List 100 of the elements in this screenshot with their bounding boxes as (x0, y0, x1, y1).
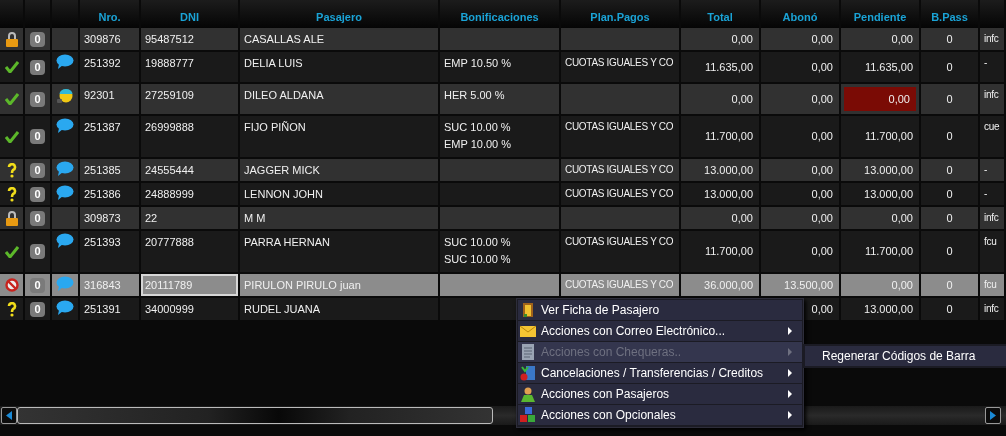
table-cell-text: 20111789 (145, 278, 194, 293)
table-row[interactable]: 0 316843 20111789 PIRULON PIRULO juan CUOTAS IGUALES Y CO 36.000,00 13.500,00 0,00 0 fcu (0, 274, 1006, 298)
table-cell-text: 0,00 (730, 210, 754, 226)
table-row[interactable]: 0 251392 19888777 DELIA LUIS EMP 10.50 % CUOTAS IGUALES Y CO 11.635,00 0,00 11.635,00 0 - (0, 52, 1006, 84)
table-cell-text: DILEO ALDANA (244, 88, 325, 103)
table-cell-text: 0 (946, 31, 953, 47)
table-cell-text: 26999888 (145, 120, 195, 135)
table-cell-text: 13.000,00 (863, 162, 914, 178)
table-cell-text: 251392 (84, 56, 122, 71)
table-cell-text: fcu (984, 235, 998, 249)
table-cell-text: CASALLAS ALE (244, 32, 326, 47)
table-cell: 0,00 (844, 87, 916, 111)
table-cell-text: 0 (946, 210, 953, 226)
right-arrow-icon (990, 411, 996, 420)
table-cell-text: 95487512 (145, 32, 195, 47)
scroll-right-button[interactable] (985, 407, 1001, 424)
table-cell-text: - (984, 163, 989, 177)
table-cell-text: 24555444 (145, 163, 195, 178)
table-row[interactable]: 0 309873 22 M M 0,00 0,00 0,00 0 infc (0, 207, 1006, 231)
table-row[interactable]: 0 251387 26999888 FIJO PIÑON SUC 10.00 % EMP 10.00 % CUOTAS IGUALES Y CO 11.700,00 0,00 11.700,00 0 cue (0, 116, 1006, 159)
table-cell-text: - (984, 56, 989, 70)
table-cell-text: infc (984, 88, 1000, 102)
count-badge: 0 (30, 31, 45, 47)
table-cell-text: infc (984, 32, 1000, 46)
table-cell-text: 0,00 (810, 31, 834, 47)
table-cell-text: 20777888 (145, 235, 195, 250)
scroll-thumb[interactable] (17, 407, 493, 424)
table-cell-text: CUOTAS IGUALES Y CO (565, 163, 675, 177)
table-cell-text: fcu (984, 278, 998, 292)
check-icon (4, 61, 19, 73)
blocks-icon (520, 407, 536, 423)
table-row[interactable]: 0 251393 20777888 PARRA HERNAN SUC 10.00 % SUC 10.00 % CUOTAS IGUALES Y CO 11.700,00 0,00 11.700,00 0 fcu (0, 231, 1006, 274)
table-cell-text: 0 (946, 301, 953, 317)
lock-icon (5, 210, 18, 226)
table-cell-text: 13.000,00 (863, 301, 914, 317)
scroll-left-button[interactable] (1, 407, 17, 424)
count-badge: 0 (30, 91, 45, 107)
transfer-icon (520, 365, 536, 381)
table-cell-text: 0,00 (810, 186, 834, 202)
count-badge: 0 (30, 244, 45, 259)
table-cell-text: 0,00 (810, 59, 834, 75)
menu-item[interactable]: Acciones con Pasajeros (518, 384, 802, 404)
table-cell-text: 0,00 (810, 301, 834, 317)
table-cell-text: - (984, 187, 989, 201)
table-cell-text: 13.000,00 (863, 186, 914, 202)
document-icon (520, 344, 536, 360)
table-cell-text: 13.000,00 (703, 186, 754, 202)
table-cell-text: 92301 (84, 88, 116, 103)
menu-item[interactable]: Cancelaciones / Transferencias / Creditos (518, 363, 802, 383)
count-badge: 0 (30, 210, 45, 226)
table-cell-text: 11.700,00 (703, 129, 754, 145)
table-cell-text: 316843 (84, 278, 122, 293)
count-badge: 0 (30, 129, 45, 144)
table-cell-text: RUDEL JUANA (244, 302, 321, 317)
speech-bubble-icon (56, 185, 74, 201)
table-cell-text: 11.700,00 (703, 244, 754, 260)
table-cell-text: LENNON JOHN (244, 187, 324, 202)
menu-item[interactable]: Regenerar Códigos de Barra (805, 346, 1006, 366)
speech-bubble-icon (56, 300, 74, 316)
table-row[interactable]: 0 309876 95487512 CASALLAS ALE 0,00 0,00 0,00 0 infc (0, 28, 1006, 52)
table-cell-text: 11.635,00 (863, 59, 914, 75)
speech-bubble-icon (56, 54, 74, 70)
table-row[interactable]: 0 251385 24555444 JAGGER MICK CUOTAS IGUALES Y CO 13.000,00 0,00 13.000,00 0 - (0, 159, 1006, 183)
table-cell-text: 0 (946, 129, 953, 145)
table-cell-text: SUC 10.00 % (444, 235, 512, 250)
table-cell-text: EMP 10.50 % (444, 56, 513, 71)
question-mark-icon (6, 186, 17, 202)
table-cell-text: 11.635,00 (703, 59, 754, 75)
table-cell-text: 0,00 (730, 91, 754, 107)
envelope-icon (520, 323, 536, 339)
question-mark-icon (6, 301, 17, 317)
speech-bubble-icon (56, 276, 74, 292)
door-icon (520, 302, 536, 318)
table-cell-text: 11.700,00 (863, 129, 914, 145)
count-badge: 0 (30, 301, 45, 317)
table-cell-text: 309873 (84, 211, 122, 226)
table-cell-text: 27259109 (145, 88, 195, 103)
menu-item[interactable]: Ver Ficha de Pasajero (518, 300, 802, 320)
table-cell-text: CUOTAS IGUALES Y CO (565, 56, 675, 70)
table-row[interactable]: 0 92301 27259109 DILEO ALDANA HER 5.00 % 0,00 0,00 0,00 0 infc (0, 84, 1006, 116)
table-cell-text: 251386 (84, 187, 122, 202)
table-cell-text: PIRULON PIRULO juan (244, 278, 362, 293)
table-cell-text: 0,00 (730, 31, 754, 47)
table-cell-text: 0,00 (890, 31, 914, 47)
menu-item[interactable]: Acciones con Correo Electrónico... (518, 321, 802, 341)
table-cell-text: EMP 10.00 % (444, 136, 513, 152)
table-cell-text: SUC 10.00 % (444, 120, 512, 135)
check-icon (4, 245, 19, 258)
table-cell-text: 0 (946, 186, 953, 202)
table-cell-text: 0 (946, 277, 953, 293)
table-cell-text: 251385 (84, 163, 122, 178)
table-cell-text: 0,00 (890, 277, 914, 293)
table-cell-text: 19888777 (145, 56, 195, 71)
table-cell-text: 0,00 (810, 129, 834, 145)
question-mark-icon (6, 162, 17, 178)
table-cell-text: 0,00 (890, 210, 914, 226)
menu-item[interactable]: Acciones con Opcionales (518, 405, 802, 425)
table-cell-text: 0 (946, 244, 953, 260)
table-cell-text: 22 (145, 211, 159, 226)
table-row[interactable]: 0 251386 24888999 LENNON JOHN CUOTAS IGUALES Y CO 13.000,00 0,00 13.000,00 0 - (0, 183, 1006, 207)
